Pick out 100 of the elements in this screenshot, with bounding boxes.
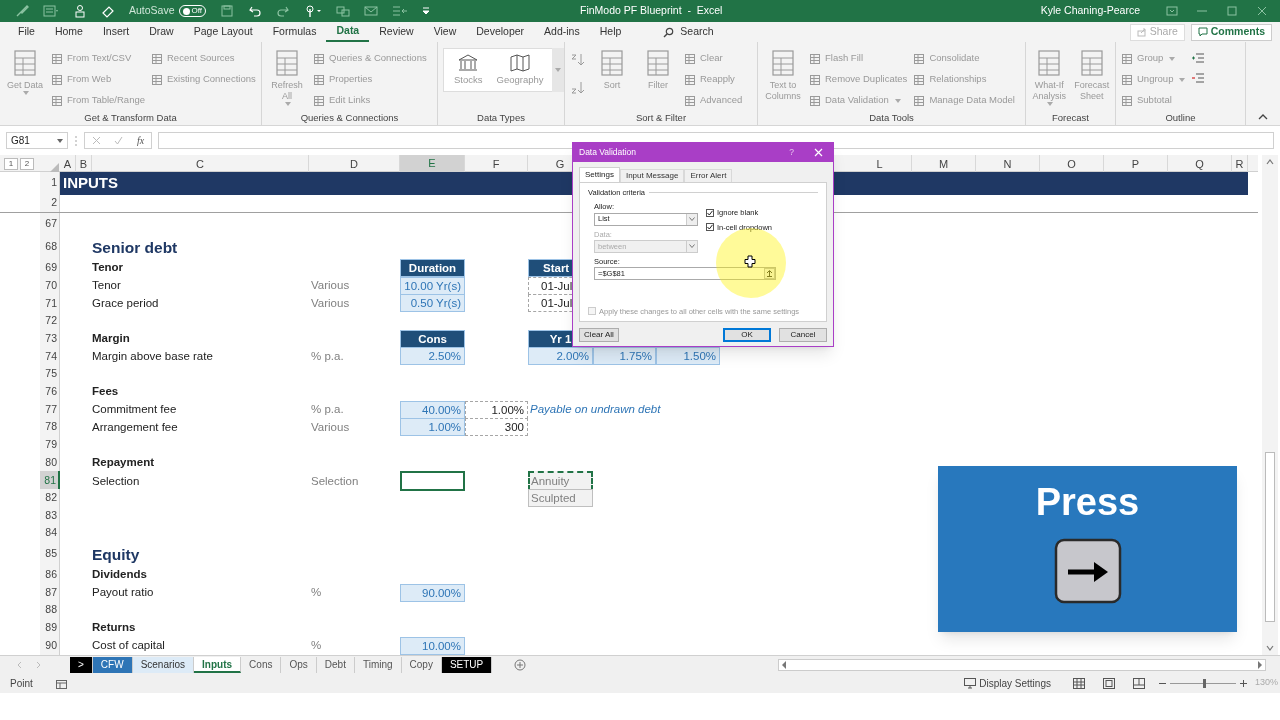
cancel-icon[interactable]	[91, 136, 101, 145]
collapse-ribbon-icon[interactable]	[1258, 113, 1268, 121]
maximize-icon[interactable]	[1226, 5, 1238, 17]
ribbon-tab[interactable]: Formulas	[262, 22, 327, 42]
enter-icon[interactable]	[114, 136, 124, 145]
row-header[interactable]: 88	[40, 601, 60, 620]
normal-view-icon[interactable]	[1072, 677, 1085, 689]
panel-heading: Press	[1035, 480, 1140, 524]
row-header[interactable]: 2	[40, 194, 60, 212]
dialog-button[interactable]: Cancel	[779, 328, 827, 342]
row-header[interactable]: 71	[40, 294, 60, 313]
redo-icon[interactable]	[276, 4, 291, 18]
touch-mode-icon[interactable]	[304, 4, 323, 18]
comments-button[interactable]: Comments	[1190, 23, 1272, 41]
input-cell[interactable]: 1.50%	[656, 347, 720, 366]
outline-level-button[interactable]: 2	[20, 158, 34, 171]
outline-level-button[interactable]: 1	[4, 158, 18, 171]
horizontal-scrollbar[interactable]	[778, 658, 1266, 671]
input-cell[interactable]: 1.75%	[593, 347, 656, 366]
page-layout-view-icon[interactable]	[1102, 677, 1115, 689]
checkbox[interactable]	[706, 208, 714, 217]
window-icon[interactable]	[336, 4, 351, 18]
checkbox[interactable]	[706, 223, 714, 232]
customize-caret-icon[interactable]	[422, 7, 431, 15]
ribbon-tab[interactable]: Insert	[92, 22, 140, 42]
vertical-scrollbar[interactable]	[1262, 155, 1278, 655]
ribbon-tab[interactable]: Home	[44, 22, 93, 42]
ribbon-display-icon[interactable]	[1166, 5, 1178, 17]
sheet-tab[interactable]: SETUP	[441, 656, 493, 673]
show-detail-icon[interactable]	[1191, 52, 1206, 64]
next-sheet-icon[interactable]	[34, 660, 42, 669]
scroll-down-icon[interactable]	[1265, 643, 1275, 653]
sheet-tab[interactable]: Ops	[281, 656, 317, 673]
sheet-tab[interactable]: Scenarios	[132, 656, 195, 673]
row-header[interactable]: 81	[40, 471, 60, 492]
row-header[interactable]: 67	[40, 213, 60, 235]
input-cell[interactable]: 2.50%	[400, 347, 465, 366]
sheet-tab[interactable]: CFW	[92, 656, 133, 673]
name-box[interactable]: G81	[6, 132, 68, 149]
row-header[interactable]: 85	[40, 542, 60, 566]
input-cell[interactable]: 40.00%	[400, 400, 465, 419]
dialog-tab[interactable]: Settings	[579, 167, 620, 182]
collapse-dialog-icon[interactable]	[764, 268, 775, 279]
close-icon[interactable]	[1256, 5, 1268, 17]
row-header[interactable]: 86	[40, 566, 60, 584]
row-header[interactable]: 78	[40, 418, 60, 437]
row-header[interactable]: 74	[40, 347, 60, 366]
column-header[interactable]: E	[400, 155, 465, 174]
ribbon-tab[interactable]: File	[8, 22, 45, 42]
add-sheet-icon[interactable]	[514, 658, 527, 671]
envelope-icon[interactable]	[364, 4, 379, 18]
sheet-tab[interactable]: Debt	[316, 656, 355, 673]
ribbon-tab[interactable]: Developer	[466, 22, 535, 42]
input-cell[interactable]: 10.00%	[400, 636, 465, 655]
search-field[interactable]: Search	[680, 24, 801, 40]
dialog-button[interactable]: Clear All	[579, 328, 619, 342]
zoom-slider-thumb[interactable]	[1202, 678, 1206, 688]
undo-icon[interactable]	[248, 4, 263, 18]
ribbon-tab[interactable]: Review	[369, 22, 424, 42]
eraser-icon[interactable]	[101, 4, 115, 18]
hide-detail-icon[interactable]	[1191, 72, 1206, 84]
row-header[interactable]: 68	[40, 235, 60, 259]
row-header[interactable]: 75	[40, 365, 60, 383]
previous-sheet-icon[interactable]	[16, 660, 24, 669]
active-cell[interactable]	[400, 471, 465, 492]
display-settings-button[interactable]: Display Settings	[964, 675, 1051, 691]
scroll-thumb[interactable]	[1265, 452, 1275, 622]
ribbon-tab[interactable]: Draw	[139, 22, 184, 42]
insert-function-button[interactable]: fx	[137, 133, 145, 148]
input-cell[interactable]: 90.00%	[400, 583, 465, 602]
dialog-button[interactable]: OK	[723, 328, 771, 342]
zoom-in-icon[interactable]	[1239, 679, 1247, 687]
input-cell[interactable]: 2.00%	[528, 347, 593, 366]
row-header[interactable]: 69	[40, 259, 60, 277]
row-header[interactable]: 1	[40, 172, 60, 195]
scroll-up-icon[interactable]	[1265, 157, 1275, 167]
sheet-tab[interactable]: >	[70, 656, 93, 673]
sheet-tab[interactable]: Inputs	[194, 656, 242, 673]
form-icon[interactable]	[43, 4, 59, 18]
sheet-tab[interactable]: Timing	[354, 656, 402, 673]
ribbon-tab[interactable]: Help	[589, 22, 632, 42]
sheet-tab[interactable]: Cons	[241, 656, 282, 673]
sheet-tab[interactable]: Copy	[401, 656, 442, 673]
save-icon[interactable]	[220, 4, 235, 18]
row-header[interactable]: 89	[40, 619, 60, 637]
row-header[interactable]: 84	[40, 524, 60, 542]
select-all-icon[interactable]	[49, 162, 59, 173]
input-cell[interactable]: 1.00%	[400, 418, 465, 437]
sort-ascending-icon[interactable]	[570, 52, 586, 68]
person-icon[interactable]	[73, 4, 87, 18]
ribbon-tab[interactable]: Add-ins	[534, 22, 590, 42]
sort-descending-icon[interactable]	[570, 80, 586, 96]
ribbon-tab[interactable]: Page Layout	[183, 22, 263, 42]
input-cell[interactable]: 0.50 Yr(s)	[400, 294, 465, 313]
macro-record-icon[interactable]	[55, 677, 68, 689]
row-header[interactable]: 72	[40, 312, 60, 330]
align-icon[interactable]	[392, 4, 409, 18]
page-break-view-icon[interactable]	[1132, 677, 1145, 689]
brush-icon[interactable]	[15, 4, 29, 18]
ribbon-tab[interactable]: View	[423, 22, 467, 42]
